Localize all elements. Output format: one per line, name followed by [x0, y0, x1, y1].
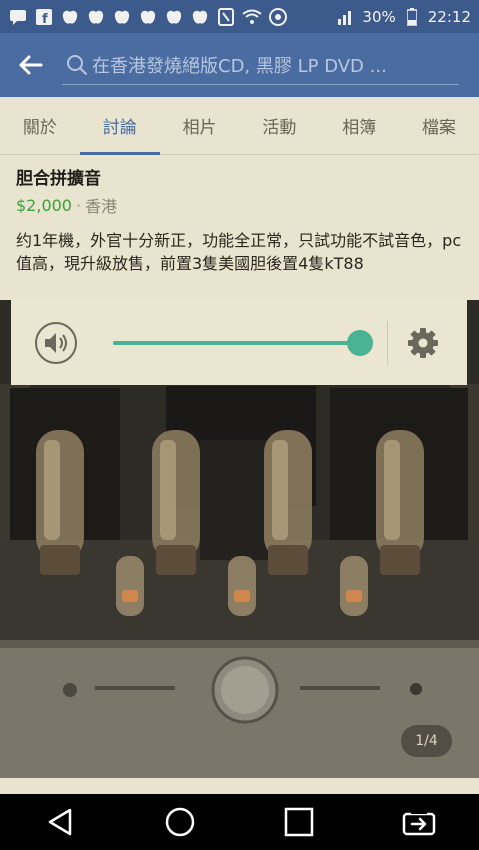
nav-back-icon: [48, 808, 72, 836]
tab-albums[interactable]: 相簿: [319, 97, 399, 154]
tab-events[interactable]: 活動: [239, 97, 319, 154]
signal-icon: [336, 8, 356, 26]
post-body: 约1年機，外官十分新正，功能全正常，只試功能不試音色，pc值高，現升級放售，前置…: [16, 231, 462, 273]
status-bar: f 30% 22:12: [0, 0, 479, 33]
next-post-peek: [0, 778, 479, 794]
facebook-icon: f: [34, 8, 54, 26]
app-notification-icon-4: [138, 8, 158, 26]
tab-about[interactable]: 關於: [0, 97, 80, 154]
tab-files[interactable]: 檔案: [399, 97, 479, 154]
post-meta: $2,000 · 香港: [0, 189, 479, 217]
post-title: 胆合拼擴音: [16, 169, 101, 189]
app-bar: 在香港發燒絕版CD, 黑膠 LP DVD ...: [0, 33, 479, 97]
tab-discussion[interactable]: 討論: [79, 97, 160, 155]
clock: 22:12: [427, 7, 471, 26]
page-indicator: 1/4: [401, 725, 452, 757]
tab-photos[interactable]: 相片: [160, 97, 240, 154]
speaker-icon: [35, 321, 77, 364]
nav-rotate-button[interactable]: [389, 794, 449, 850]
system-status: 30% 22:12: [336, 7, 471, 26]
svg-text:f: f: [42, 12, 48, 25]
nav-home-button[interactable]: [150, 794, 210, 850]
tab-bar: 關於 討論 相片 活動 相簿 檔案: [0, 97, 479, 155]
nav-rotate-icon: [402, 810, 436, 836]
nav-recents-icon: [285, 807, 314, 837]
search-input[interactable]: 在香港發燒絕版CD, 黑膠 LP DVD ...: [62, 45, 459, 85]
volume-slider[interactable]: [113, 328, 373, 358]
app-notification-icon-6: [190, 8, 210, 26]
meta-separator: ·: [75, 195, 82, 215]
post: 胆合拼擴音 $2,000 · 香港 约1年機，外官十分新正，功能全正常，只試功能…: [0, 156, 479, 275]
search-icon: [62, 54, 92, 76]
post-price: $2,000: [16, 195, 72, 215]
post-location[interactable]: 香港: [85, 193, 117, 217]
app-notification-icon-1: [60, 8, 80, 26]
search-placeholder: 在香港發燒絕版CD, 黑膠 LP DVD ...: [92, 55, 387, 77]
nav-back-button[interactable]: [30, 794, 90, 850]
media-viewer[interactable]: 1/4: [0, 300, 479, 778]
system-nav-bar: [0, 794, 479, 850]
mute-button[interactable]: [11, 300, 101, 385]
battery-icon: [402, 7, 422, 26]
app-notification-icon-5: [164, 8, 184, 26]
gear-icon: [408, 327, 438, 358]
wifi-icon: [242, 8, 262, 26]
back-button[interactable]: [0, 33, 62, 97]
volume-fill: [113, 340, 360, 345]
chat-icon: [8, 8, 28, 26]
battery-percent: 30%: [362, 7, 396, 26]
media-player-controls: [11, 300, 467, 385]
nfc-icon: [216, 7, 236, 26]
notification-icons: f: [8, 7, 336, 26]
volume-knob[interactable]: [347, 329, 373, 356]
back-arrow-icon: [19, 55, 43, 75]
app-notification-icon-2: [86, 8, 106, 26]
nav-recents-button[interactable]: [269, 794, 329, 850]
chrome-icon: [268, 7, 288, 26]
nav-home-icon: [165, 807, 194, 837]
app-notification-icon-3: [112, 8, 132, 26]
settings-button[interactable]: [388, 300, 458, 385]
